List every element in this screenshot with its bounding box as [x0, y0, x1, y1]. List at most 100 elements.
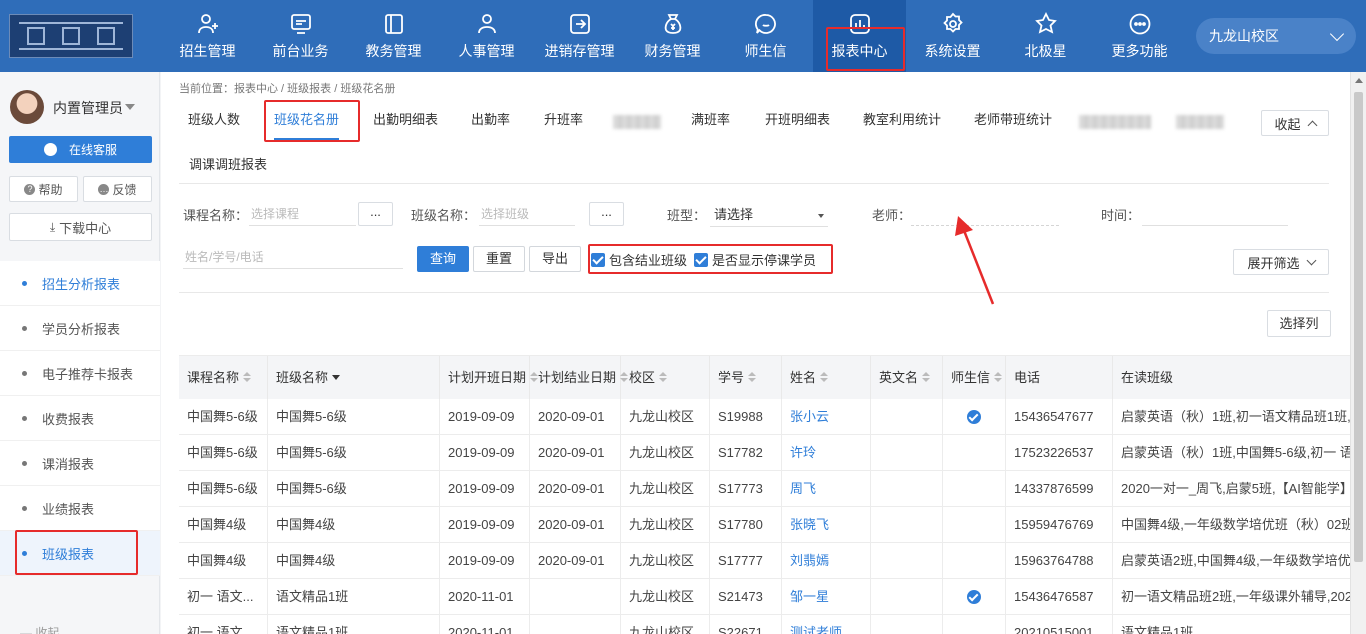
- cell-student-name[interactable]: 刘翡嫣: [782, 543, 871, 578]
- cell-current-classes: 启蒙英语（秋）1班,中国舞5-6级,初一 语: [1121, 445, 1350, 460]
- vertical-scrollbar[interactable]: [1350, 72, 1366, 634]
- cell-student-name[interactable]: 张小云: [782, 399, 871, 434]
- header-plan-end[interactable]: 计划结业日期: [530, 356, 629, 400]
- caret-down-icon[interactable]: [125, 104, 135, 110]
- user-plus-icon: [197, 13, 218, 33]
- feedback-button[interactable]: … 反馈: [83, 176, 152, 202]
- header-current-classes[interactable]: 在读班级: [1113, 356, 1350, 400]
- divider: [179, 292, 1329, 293]
- sidebar-item-student-report[interactable]: 学员分析报表: [0, 306, 160, 351]
- course-name-input[interactable]: 选择课程: [249, 202, 356, 226]
- avatar[interactable]: [10, 90, 44, 124]
- cell-student-name[interactable]: 测试老师: [782, 615, 871, 634]
- tab-full-class-rate[interactable]: 满班率: [691, 100, 730, 140]
- table-row[interactable]: 中国舞4级 中国舞4级 2019-09-09 2020-09-01 九龙山校区 S1777…: [179, 543, 1350, 579]
- menu-label: 课消报表: [42, 456, 95, 472]
- class-type-select[interactable]: 请选择: [710, 203, 828, 227]
- header-class-name[interactable]: 班级名称: [268, 356, 440, 400]
- header-campus[interactable]: 校区: [621, 356, 710, 400]
- sidebar-item-consumption-report[interactable]: 课消报表: [0, 441, 160, 486]
- tab-class-roster[interactable]: 班级花名册: [274, 100, 340, 140]
- show-suspended-checkbox[interactable]: 是否显示停课学员: [694, 250, 816, 269]
- sidebar-item-admissions-report[interactable]: 招生分析报表: [0, 261, 160, 306]
- course-name-label: 课程名称：: [183, 208, 249, 223]
- table-row[interactable]: 中国舞5-6级 中国舞5-6级 2019-09-09 2020-09-01 九龙山校区 S…: [179, 399, 1350, 435]
- tab-promotion-rate[interactable]: 升班率: [544, 100, 583, 140]
- tab-classroom-usage[interactable]: 教室利用统计: [863, 100, 941, 140]
- cell-student-id: S22671: [710, 615, 782, 634]
- nav-label: 师生信: [744, 42, 787, 59]
- table-row[interactable]: 中国舞5-6级 中国舞5-6级 2019-09-09 2020-09-01 九龙山校区 S…: [179, 435, 1350, 471]
- online-service-label: 在线客服: [68, 143, 117, 157]
- cell-student-name[interactable]: 邹一星: [782, 579, 871, 614]
- cell-student-name[interactable]: 张晓飞: [782, 507, 871, 542]
- query-button[interactable]: 查询: [417, 246, 469, 272]
- collapse-tabs-button[interactable]: 收起: [1261, 110, 1329, 136]
- money-bag-icon: [664, 13, 681, 34]
- table-row[interactable]: 初一 语文... 语文精品1班 2020-11-01 九龙山校区 S21473 邹一星 15…: [179, 579, 1350, 615]
- course-picker-button[interactable]: ...: [358, 202, 393, 226]
- nav-academic[interactable]: 教务管理: [347, 0, 440, 72]
- reset-button[interactable]: 重置: [473, 246, 525, 272]
- nav-front-desk[interactable]: 前台业务: [254, 0, 347, 72]
- header-message-app[interactable]: 师生信: [943, 356, 1006, 400]
- online-service-button[interactable]: 在线客服: [9, 136, 152, 163]
- tab-class-opening-detail[interactable]: 开班明细表: [765, 100, 830, 140]
- header-course-name[interactable]: 课程名称: [179, 356, 268, 400]
- nav-messages[interactable]: 师生信: [719, 0, 812, 72]
- sidebar-item-performance-report[interactable]: 业绩报表: [0, 486, 160, 531]
- nav-more[interactable]: 更多功能: [1093, 0, 1186, 72]
- sidebar-collapse-link[interactable]: — 收起: [20, 624, 59, 634]
- scroll-up-icon[interactable]: [1355, 78, 1363, 83]
- username[interactable]: 内置管理员: [53, 98, 123, 118]
- nav-admissions[interactable]: 招生管理: [161, 0, 254, 72]
- sidebar-item-referral-card-report[interactable]: 电子推荐卡报表: [0, 351, 160, 396]
- header-plan-start[interactable]: 计划开班日期: [440, 356, 539, 400]
- feedback-label: 反馈: [112, 182, 137, 197]
- brand-logo[interactable]: [9, 14, 133, 58]
- table-row[interactable]: 中国舞5-6级 中国舞5-6级 2019-09-09 2020-09-01 九龙山校区 S…: [179, 471, 1350, 507]
- nav-polaris[interactable]: 北极星: [999, 0, 1092, 72]
- scrollbar-thumb[interactable]: [1354, 92, 1363, 562]
- tab-attendance-detail[interactable]: 出勤明细表: [373, 100, 438, 140]
- header-phone[interactable]: 电话: [1006, 356, 1113, 400]
- sidebar-item-fee-report[interactable]: 收费报表: [0, 396, 160, 441]
- class-picker-button[interactable]: ...: [589, 202, 624, 226]
- sidebar-item-class-report[interactable]: 班级报表: [0, 531, 160, 576]
- tab-class-count[interactable]: 班级人数: [188, 100, 240, 140]
- cell-student-name[interactable]: 许玲: [782, 435, 871, 470]
- nav-report-center[interactable]: 报表中心: [813, 0, 906, 72]
- table-row[interactable]: 中国舞4级 中国舞4级 2019-09-09 2020-09-01 九龙山校区 S1778…: [179, 507, 1350, 543]
- keyword-search-input[interactable]: 姓名/学号/电话: [183, 245, 403, 269]
- table-row[interactable]: 初一 语文... 语文精品1班 2020-11-01 九龙山校区 S22671 测试老师 2…: [179, 615, 1350, 634]
- header-label: 姓名: [790, 370, 817, 385]
- select-columns-button[interactable]: 选择列: [1267, 310, 1331, 337]
- expand-filter-button[interactable]: 展开筛选: [1233, 249, 1329, 275]
- help-button[interactable]: ? 帮助: [9, 176, 78, 202]
- cell-campus: 九龙山校区: [621, 399, 710, 434]
- header-english-name[interactable]: 英文名: [871, 356, 943, 400]
- caret-down-icon: [818, 214, 824, 218]
- export-button[interactable]: 导出: [529, 246, 581, 272]
- download-center-button[interactable]: ⤓ 下载中心: [9, 213, 152, 241]
- cell-current-classes: 2020一对一_周飞,启蒙5班,【AI智能学】: [1121, 481, 1350, 496]
- campus-selector[interactable]: 九龙山校区: [1196, 18, 1356, 54]
- include-graduated-checkbox[interactable]: 包含结业班级: [591, 250, 687, 269]
- tab-transfer-report[interactable]: 调课调班报表: [189, 154, 267, 173]
- tab-attendance-rate[interactable]: 出勤率: [471, 100, 510, 140]
- header-name[interactable]: 姓名: [782, 356, 871, 400]
- help-label: 帮助: [38, 182, 63, 197]
- nav-hr[interactable]: 人事管理: [440, 0, 533, 72]
- header-student-id[interactable]: 学号: [710, 356, 782, 400]
- redacted-tab: [613, 115, 661, 129]
- class-name-input[interactable]: 选择班级: [479, 202, 575, 226]
- time-input[interactable]: [1142, 202, 1288, 226]
- nav-inventory[interactable]: 进销存管理: [533, 0, 626, 72]
- cell-student-name[interactable]: 周飞: [782, 471, 871, 506]
- teacher-input[interactable]: [911, 202, 1059, 226]
- cell-phone: 20210515001: [1006, 615, 1113, 634]
- nav-finance[interactable]: 财务管理: [626, 0, 719, 72]
- nav-settings[interactable]: 系统设置: [906, 0, 999, 72]
- gear-icon: [942, 12, 963, 33]
- tab-teacher-class-stats[interactable]: 老师带班统计: [974, 100, 1052, 140]
